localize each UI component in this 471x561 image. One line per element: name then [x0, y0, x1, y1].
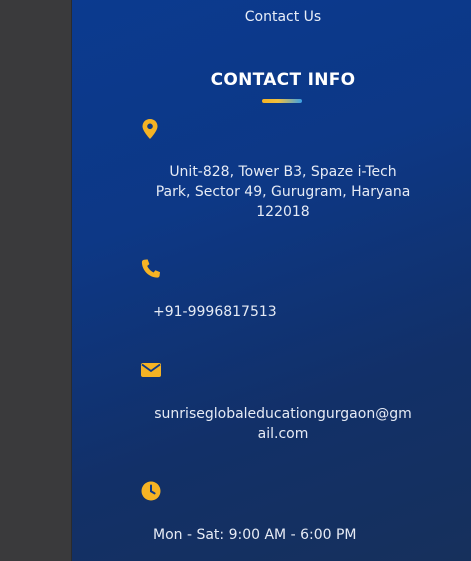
- clock-icon: [140, 480, 161, 501]
- business-hours-text: Mon - Sat: 9:00 AM - 6:00 PM: [153, 527, 357, 543]
- heading-underline: [262, 99, 302, 103]
- email-text[interactable]: sunriseglobaleducationgurgaon@gmail.com: [154, 404, 412, 444]
- address-text: Unit-828, Tower B3, Spaze i-Tech Park, S…: [155, 164, 411, 220]
- contact-info-heading: CONTACT INFO: [210, 70, 356, 90]
- phone-icon[interactable]: [140, 258, 160, 278]
- contact-panel: Contact Us CONTACT INFO Unit-828, Tower …: [72, 0, 471, 561]
- left-sidebar: [0, 0, 72, 561]
- contact-us-link[interactable]: Contact Us: [72, 9, 471, 25]
- phone-text[interactable]: +91-9996817513: [153, 302, 353, 322]
- map-marker-icon: [140, 118, 160, 139]
- envelope-icon[interactable]: [140, 361, 161, 381]
